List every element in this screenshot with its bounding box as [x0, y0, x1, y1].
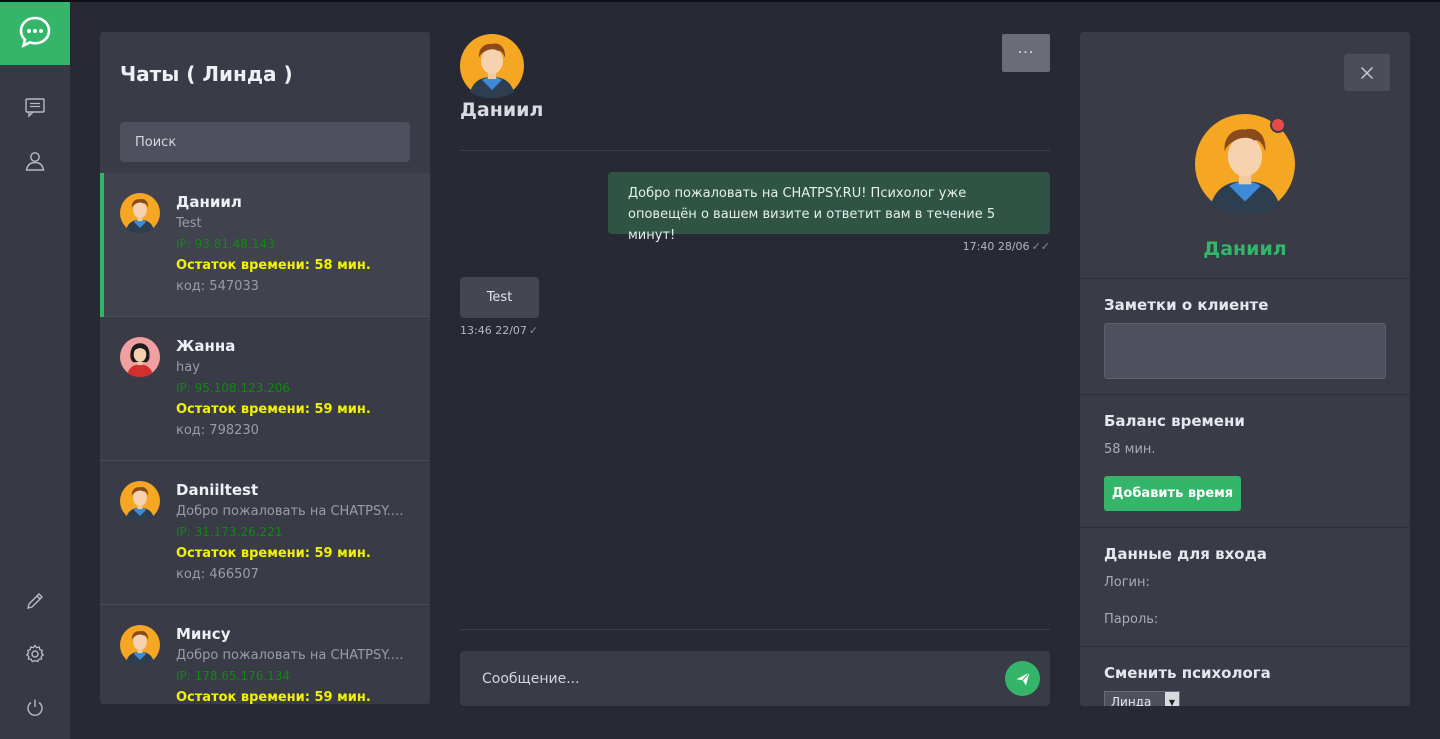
password-label: Пароль:	[1104, 612, 1159, 627]
add-time-button[interactable]: Добавить время	[1104, 476, 1241, 511]
logo-button[interactable]	[0, 2, 70, 65]
chat-name: Минсу	[176, 625, 231, 643]
search-input[interactable]	[120, 122, 410, 162]
change-psychologist-title: Сменить психолога	[1104, 664, 1271, 682]
app-frame: Чаты ( Линда ) Даниил Test IP: 93.81.48.…	[0, 0, 1440, 739]
messages-icon[interactable]	[23, 95, 47, 119]
client-profile-panel: Даниил Заметки о клиенте Баланс времени …	[1080, 32, 1410, 706]
chat-remaining-time: Остаток времени: 59 мин.	[176, 402, 371, 417]
chat-remaining-time: Остаток времени: 58 мин.	[176, 258, 371, 273]
chevron-down-icon: ▼	[1165, 692, 1179, 706]
chat-preview: hay	[176, 360, 200, 375]
chat-code: код: 466507	[176, 567, 259, 582]
chat-code: код: 798230	[176, 423, 259, 438]
send-button[interactable]	[1005, 661, 1040, 696]
chat-ip: IP: 95.108.123.206	[176, 381, 291, 395]
message-time: 17:40 28/06 ✓✓	[963, 240, 1050, 253]
chat-code: код: 547033	[176, 279, 259, 294]
message-timestamp: 13:46 22/07	[460, 324, 527, 337]
message-input[interactable]	[460, 651, 990, 706]
status-dot	[1270, 117, 1286, 133]
divider	[1080, 527, 1410, 528]
chats-title: Чаты ( Линда )	[120, 62, 293, 86]
notes-field[interactable]	[1104, 323, 1386, 379]
chats-panel: Чаты ( Линда ) Даниил Test IP: 93.81.48.…	[100, 32, 430, 704]
login-label: Логин:	[1104, 575, 1150, 590]
divider	[1080, 394, 1410, 395]
chat-bubble-icon	[17, 14, 53, 54]
chat-preview: Test	[176, 216, 202, 231]
more-icon: ···	[1017, 45, 1035, 61]
chat-preview: Добро пожаловать на CHATPSY.RU!	[176, 504, 412, 519]
divider	[1080, 646, 1410, 647]
divider	[1080, 278, 1410, 279]
message-time: 13:46 22/07 ✓	[460, 324, 538, 337]
user-icon[interactable]	[23, 149, 47, 173]
balance-title: Баланс времени	[1104, 412, 1245, 430]
chat-item-minsu[interactable]: Минсу Добро пожаловать на CHATPSY.RU! IP…	[100, 605, 430, 704]
male-avatar	[460, 34, 524, 98]
chat-item-daniiltest[interactable]: Daniiltest Добро пожаловать на CHATPSY.R…	[100, 461, 430, 605]
chat-preview: Добро пожаловать на CHATPSY.RU!	[176, 648, 412, 663]
message-timestamp: 17:40 28/06	[962, 240, 1030, 253]
chat-item-zhanna[interactable]: Жанна hay IP: 95.108.123.206 Остаток вре…	[100, 317, 430, 461]
message-text: Test	[486, 290, 513, 305]
conversation-title: Даниил	[460, 99, 544, 121]
chat-item-daniil[interactable]: Даниил Test IP: 93.81.48.143 Остаток вре…	[100, 173, 430, 317]
incoming-message: Test	[460, 277, 539, 318]
balance-value: 58 мин.	[1104, 442, 1156, 457]
male-avatar	[120, 193, 160, 233]
psychologist-select[interactable]: Линда ▼	[1104, 691, 1180, 706]
more-options-button[interactable]: ···	[1002, 34, 1050, 72]
double-check-icon: ✓✓	[1031, 240, 1050, 253]
conversation-panel: Даниил ··· Добро пожаловать на CHATPSY.R…	[460, 32, 1050, 706]
composer	[460, 651, 1050, 706]
notes-title: Заметки о клиенте	[1104, 296, 1269, 314]
chat-ip: IP: 178.65.176.134	[176, 669, 291, 683]
send-icon	[1016, 671, 1030, 685]
chat-name: Даниил	[176, 193, 242, 211]
close-icon	[1360, 66, 1374, 79]
chat-ip: IP: 93.81.48.143	[176, 237, 275, 251]
chat-name: Daniiltest	[176, 481, 259, 499]
login-data-title: Данные для входа	[1104, 545, 1267, 563]
gear-icon[interactable]	[23, 642, 47, 666]
outgoing-message: Добро пожаловать на CHATPSY.RU! Психолог…	[608, 172, 1050, 243]
icon-rail	[0, 2, 70, 739]
chat-remaining-time: Остаток времени: 59 мин.	[176, 690, 371, 704]
check-icon: ✓	[528, 324, 539, 337]
chat-list: Даниил Test IP: 93.81.48.143 Остаток вре…	[100, 173, 430, 704]
female-avatar	[120, 337, 160, 377]
divider	[460, 629, 1050, 630]
chat-ip: IP: 31.173.26.221	[176, 525, 283, 539]
pencil-icon[interactable]	[23, 589, 47, 613]
male-avatar	[120, 625, 160, 665]
power-icon[interactable]	[23, 696, 47, 720]
psychologist-selected: Линда	[1111, 695, 1152, 706]
chat-name: Жанна	[176, 337, 236, 355]
chat-remaining-time: Остаток времени: 59 мин.	[176, 546, 371, 561]
profile-name: Даниил	[1203, 238, 1287, 260]
divider	[460, 150, 1050, 151]
message-text: Добро пожаловать на CHATPSY.RU! Психолог…	[628, 186, 996, 243]
close-button[interactable]	[1344, 54, 1390, 91]
male-avatar	[120, 481, 160, 521]
